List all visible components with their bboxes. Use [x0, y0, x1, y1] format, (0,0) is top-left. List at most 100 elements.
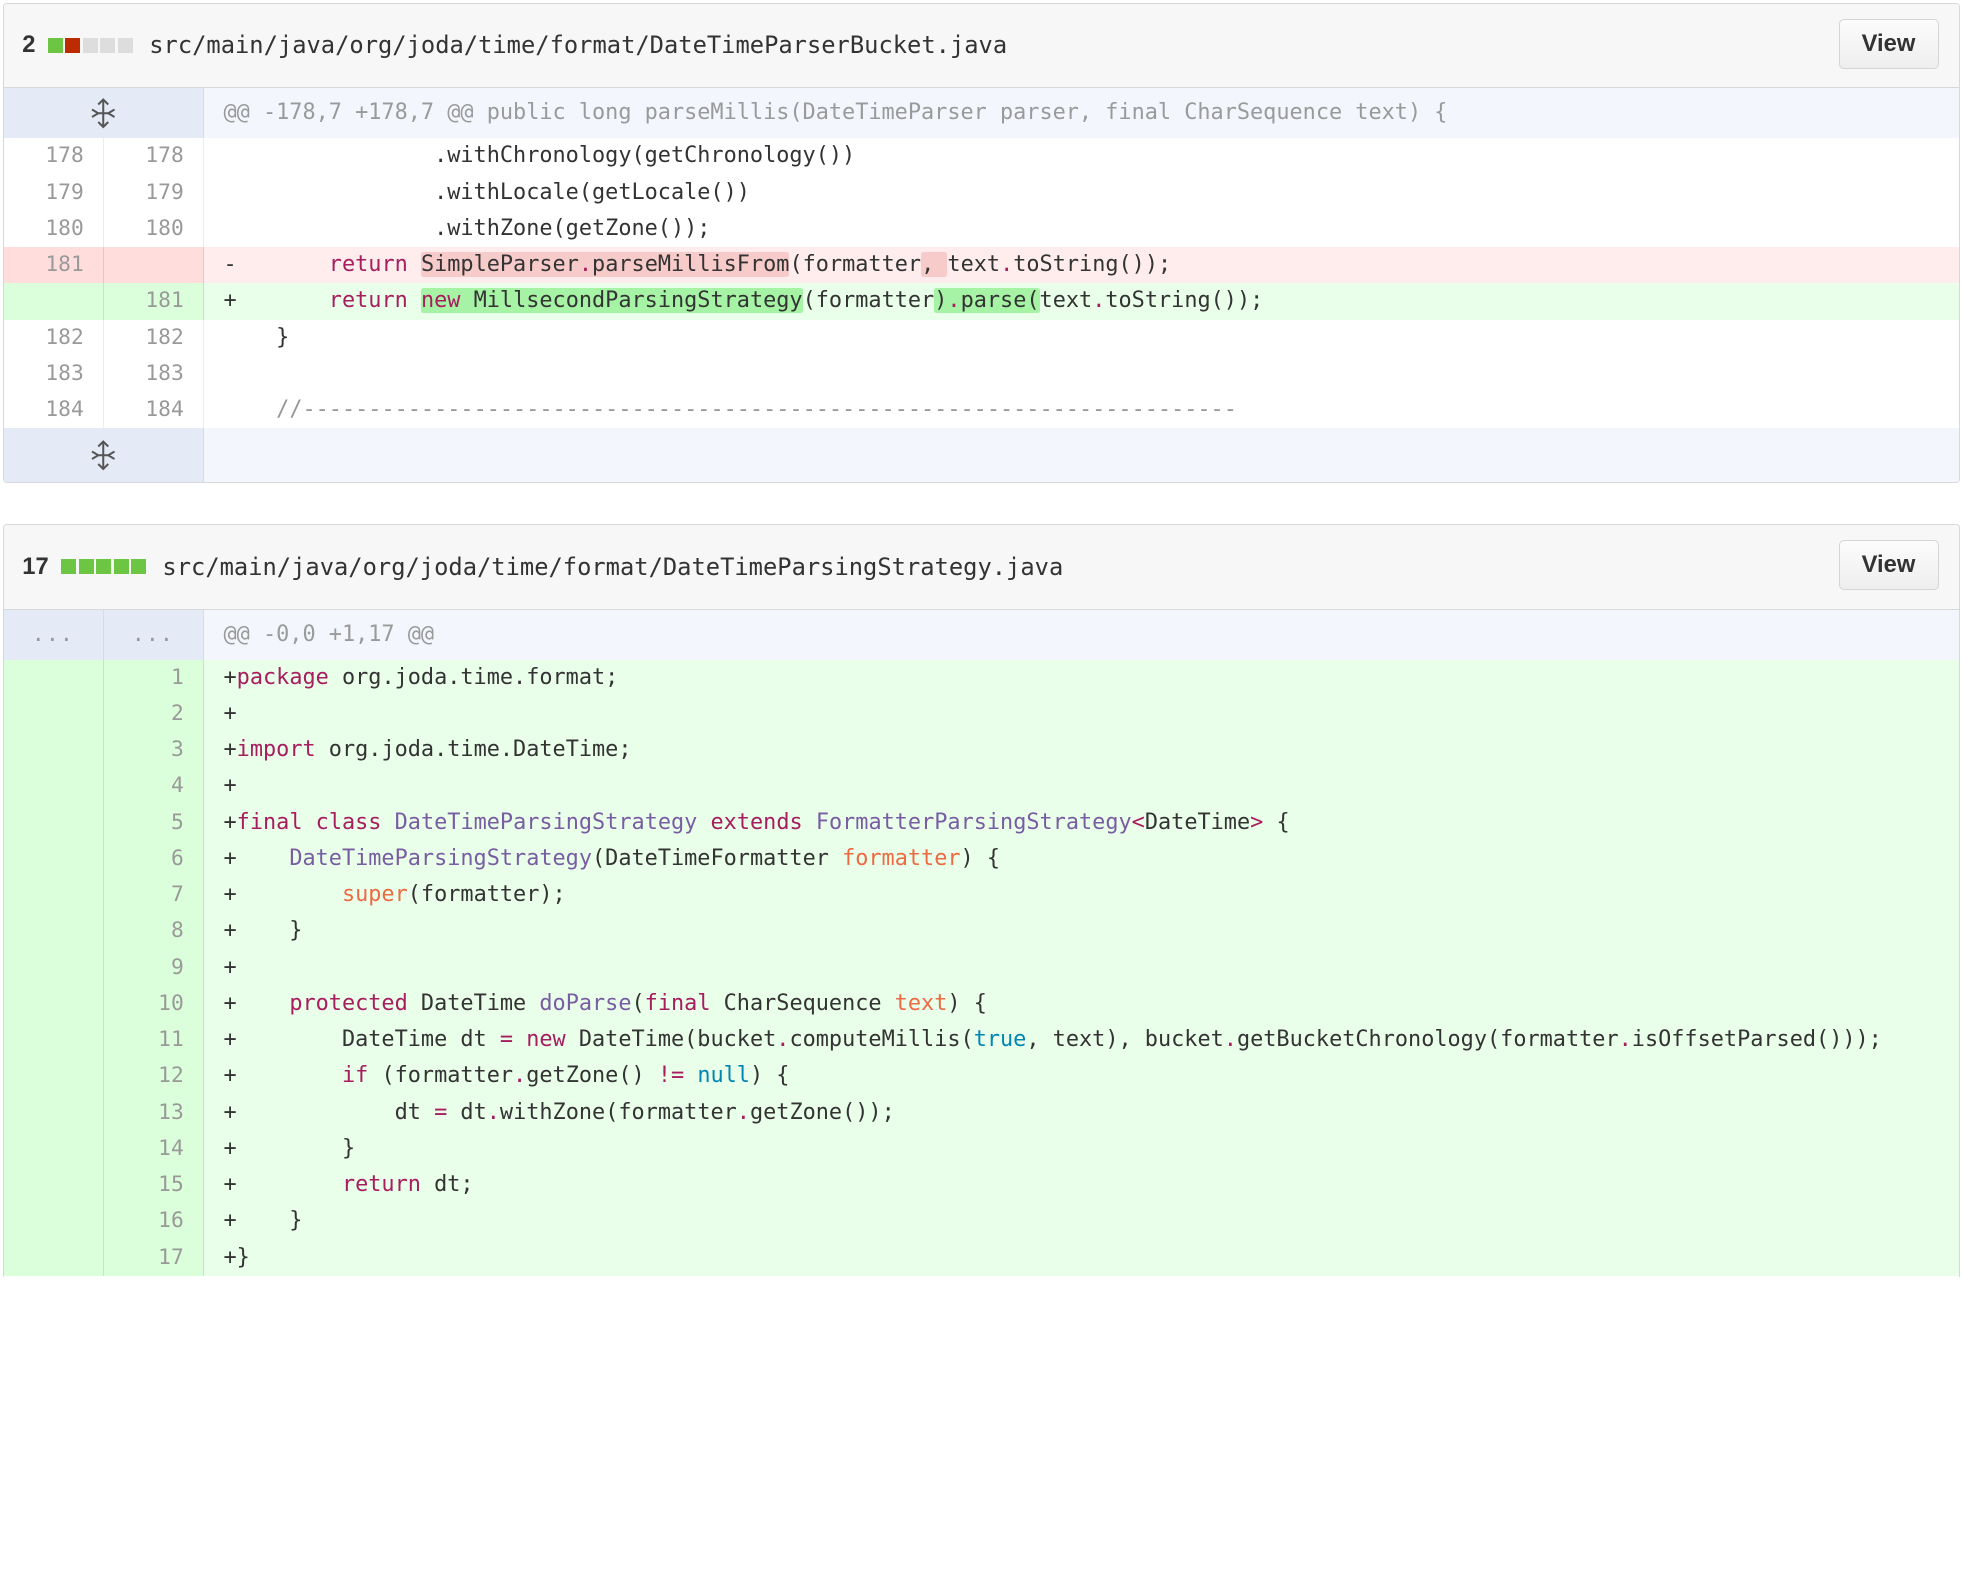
- new-line-number[interactable]: 7: [103, 877, 204, 914]
- code-line: + dt = dt.withZone(formatter.getZone());: [203, 1094, 1959, 1131]
- stat-neutral-block: [117, 37, 133, 53]
- new-line-number[interactable]: 2: [103, 695, 204, 732]
- new-line-number[interactable]: 178: [104, 138, 204, 175]
- code-line: + }: [203, 1203, 1959, 1240]
- added-line: 3 +import org.joda.time.DateTime;: [3, 732, 1959, 769]
- added-line: 181 + return new MillsecondParsingStrate…: [3, 283, 1959, 320]
- code-line: //--------------------------------------…: [276, 397, 1237, 422]
- new-line-number[interactable]: 179: [104, 174, 204, 211]
- old-line-number[interactable]: [3, 877, 104, 914]
- old-line-number[interactable]: [3, 985, 104, 1022]
- new-line-number[interactable]: 6: [103, 840, 204, 877]
- old-line-number[interactable]: [3, 1203, 104, 1240]
- expand-up-button[interactable]: [3, 88, 204, 139]
- code-line: +import org.joda.time.DateTime;: [203, 732, 1959, 769]
- added-line: 16 + }: [3, 1203, 1959, 1240]
- new-line-number[interactable]: [103, 247, 204, 284]
- added-line: 7 + super(formatter);: [3, 877, 1959, 914]
- old-line-number[interactable]: [3, 283, 104, 320]
- stat-add-block: [78, 559, 94, 575]
- added-line: 17 +}: [3, 1239, 1959, 1276]
- old-line-number[interactable]: [3, 949, 104, 986]
- added-line: 5 +final class DateTimeParsingStrategy e…: [3, 804, 1959, 841]
- old-line-number[interactable]: [3, 1058, 104, 1095]
- diff-line: 178 178 .withChronology(getChronology()): [4, 138, 1959, 175]
- old-line-number[interactable]: [3, 1022, 104, 1059]
- new-line-number[interactable]: 11: [103, 1022, 204, 1059]
- added-line: 4 +: [3, 768, 1959, 805]
- diff-line: 182 182 }: [4, 319, 1959, 356]
- new-line-number[interactable]: 184: [104, 392, 204, 429]
- old-line-number[interactable]: [3, 840, 104, 877]
- old-line-number[interactable]: [3, 913, 104, 950]
- added-line: 6 + DateTimeParsingStrategy(DateTimeForm…: [3, 840, 1959, 877]
- stat-add-block: [131, 559, 147, 575]
- file-path[interactable]: src/main/java/org/joda/time/format/DateT…: [162, 553, 1063, 581]
- diff-line: 180 180 .withZone(getZone());: [4, 210, 1959, 247]
- new-line-number[interactable]: 5: [103, 804, 204, 841]
- stat-del-block: [65, 37, 81, 53]
- code-line: }: [223, 324, 290, 350]
- code-line: +package org.joda.time.format;: [203, 659, 1959, 696]
- old-line-number[interactable]: [3, 1130, 104, 1167]
- old-line-number[interactable]: 184: [4, 392, 104, 429]
- added-line: 2 +: [3, 695, 1959, 732]
- new-line-number[interactable]: 15: [103, 1167, 204, 1204]
- new-line-number[interactable]: 12: [103, 1058, 204, 1095]
- hunk-old-ellipsis[interactable]: ...: [3, 609, 104, 660]
- old-line-number[interactable]: [3, 1239, 104, 1276]
- code-line: + DateTimeParsingStrategy(DateTimeFormat…: [203, 840, 1959, 877]
- diff-table: @@ -178,7 +178,7 @@ public long parseMil…: [3, 88, 1959, 482]
- old-line-number[interactable]: 182: [4, 319, 104, 356]
- new-line-number[interactable]: 3: [103, 732, 204, 769]
- added-line: 1 +package org.joda.time.format;: [3, 659, 1959, 696]
- new-line-number[interactable]: 4: [103, 768, 204, 805]
- added-line: 8 + }: [3, 913, 1959, 950]
- new-line-number[interactable]: 1: [103, 659, 204, 696]
- new-line-number[interactable]: 181: [103, 283, 204, 320]
- old-line-number[interactable]: [3, 695, 104, 732]
- view-file-button[interactable]: View: [1838, 539, 1939, 590]
- old-line-number[interactable]: 181: [3, 247, 104, 284]
- view-file-button[interactable]: View: [1838, 18, 1939, 69]
- code-line: + if (formatter.getZone() != null) {: [203, 1058, 1959, 1095]
- file-header: 17 src/main/java/org/joda/time/format/Da…: [3, 524, 1959, 610]
- old-line-number[interactable]: 178: [4, 138, 104, 175]
- new-line-number[interactable]: 14: [103, 1130, 204, 1167]
- expand-footer-blank: [204, 428, 1959, 482]
- new-line-number[interactable]: 17: [103, 1239, 204, 1276]
- old-line-number[interactable]: [3, 732, 104, 769]
- old-line-number[interactable]: 180: [4, 210, 104, 247]
- added-line: 11 + DateTime dt = new DateTime(bucket.c…: [3, 1022, 1959, 1059]
- diff-line: 183 183: [4, 355, 1959, 392]
- old-line-number[interactable]: 183: [4, 355, 104, 392]
- old-line-number[interactable]: [3, 659, 104, 696]
- new-line-number[interactable]: 16: [103, 1203, 204, 1240]
- diff-table: ... ... @@ -0,0 +1,17 @@ 1 +package org.…: [3, 609, 1959, 1276]
- code-line: .withLocale(getLocale()): [223, 179, 750, 205]
- new-line-number[interactable]: 182: [104, 319, 204, 356]
- stat-add-block: [113, 559, 129, 575]
- old-line-number[interactable]: [3, 804, 104, 841]
- old-line-number[interactable]: [3, 1167, 104, 1204]
- new-line-number[interactable]: 10: [103, 985, 204, 1022]
- code-line: +}: [203, 1239, 1959, 1276]
- expand-down-button[interactable]: [3, 428, 204, 482]
- file-path[interactable]: src/main/java/org/joda/time/format/DateT…: [149, 31, 1007, 59]
- new-line-number[interactable]: 180: [104, 210, 204, 247]
- diff-line: 184 184 //------------------------------…: [4, 392, 1959, 429]
- new-line-number[interactable]: 8: [103, 913, 204, 950]
- stat-neutral-block: [82, 37, 98, 53]
- added-line: 10 + protected DateTime doParse(final Ch…: [3, 985, 1959, 1022]
- added-line: 14 + }: [3, 1130, 1959, 1167]
- old-line-number[interactable]: 179: [4, 174, 104, 211]
- new-line-number[interactable]: 183: [104, 355, 204, 392]
- hunk-new-ellipsis[interactable]: ...: [103, 609, 204, 660]
- new-line-number[interactable]: 9: [103, 949, 204, 986]
- old-line-number[interactable]: [3, 1094, 104, 1131]
- new-line-number[interactable]: 13: [103, 1094, 204, 1131]
- diff-file-datetimeparsingstrategy: 17 src/main/java/org/joda/time/format/Da…: [2, 523, 1960, 1278]
- code-line: +: [203, 695, 1959, 732]
- old-line-number[interactable]: [3, 768, 104, 805]
